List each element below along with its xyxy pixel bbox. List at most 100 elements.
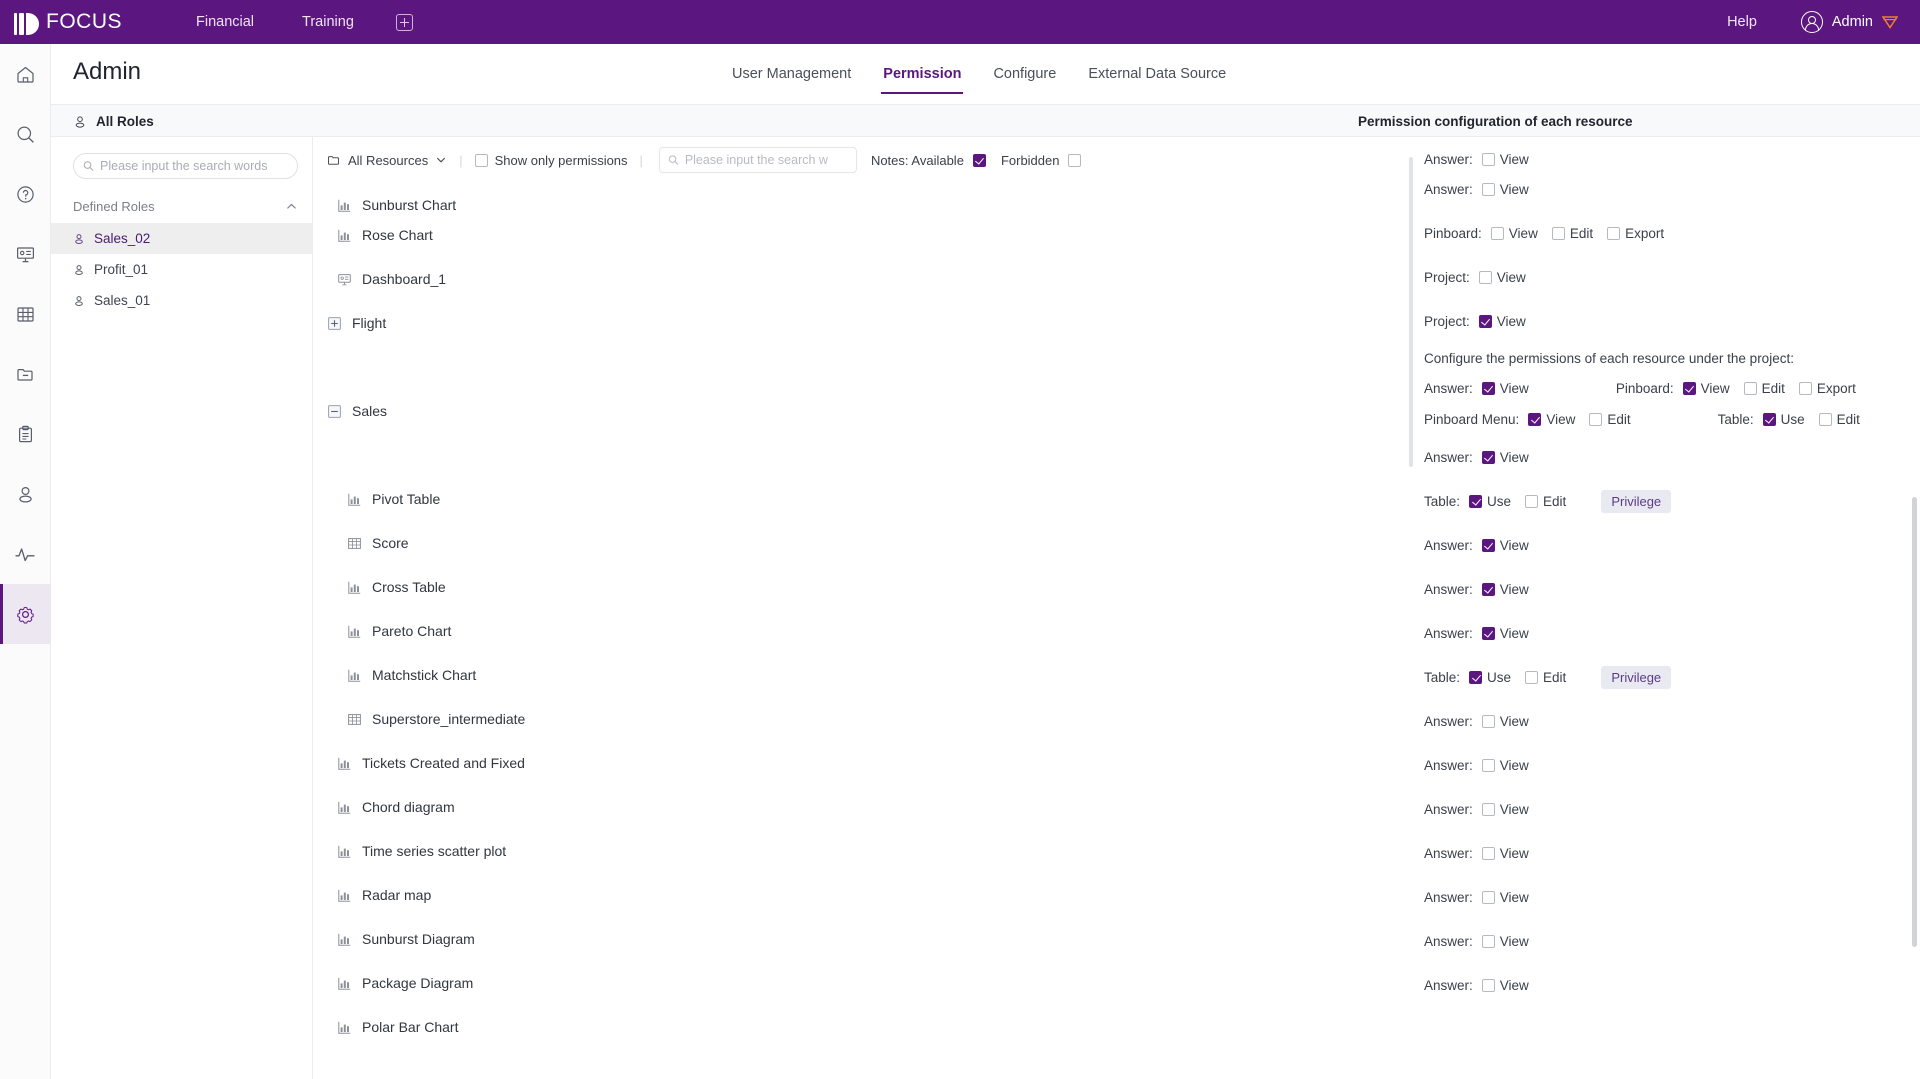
plus-square-icon[interactable] — [395, 13, 413, 31]
checkbox-use[interactable] — [1469, 670, 1483, 684]
tree-item-row[interactable]: Rose Chart — [327, 213, 1424, 257]
tree-item-row[interactable]: Pareto Chart — [327, 609, 1424, 653]
privilege-button[interactable]: Privilege — [1601, 665, 1672, 689]
permission-checkbox-group[interactable]: View — [1481, 381, 1529, 396]
checkbox-export[interactable] — [1607, 226, 1621, 240]
checkbox-view[interactable] — [1481, 978, 1495, 992]
defined-roles-group-toggle[interactable]: Defined Roles — [73, 199, 298, 214]
tab-configure[interactable]: Configure — [977, 44, 1072, 104]
tree-item-row[interactable]: Sunburst Diagram — [327, 917, 1424, 961]
checkbox-view[interactable] — [1481, 626, 1495, 640]
permission-checkbox-group[interactable]: View — [1481, 182, 1529, 197]
top-nav-item-training[interactable]: Training — [278, 0, 378, 44]
permission-checkbox-group[interactable]: Edit — [1551, 226, 1593, 241]
permission-checkbox-group[interactable]: Export — [1607, 226, 1664, 241]
help-link[interactable]: Help — [1727, 14, 1757, 30]
permission-checkbox-group[interactable]: View — [1682, 381, 1730, 396]
tree-item-row[interactable]: Polar Bar Chart — [327, 1005, 1424, 1049]
permission-checkbox-group[interactable]: View — [1481, 538, 1529, 553]
role-item-profit-01[interactable]: Profit_01 — [51, 254, 312, 285]
tab-user-management[interactable]: User Management — [716, 44, 867, 104]
permission-checkbox-group[interactable]: View — [1490, 226, 1538, 241]
tab-external-data-source[interactable]: External Data Source — [1072, 44, 1242, 104]
rail-item-help[interactable] — [0, 164, 51, 224]
tab-permission[interactable]: Permission — [867, 44, 977, 104]
roles-search[interactable] — [73, 153, 298, 179]
permission-checkbox-group[interactable]: Edit — [1525, 494, 1566, 509]
brand-logo-group[interactable]: FOCUS — [14, 9, 144, 35]
checkbox-view[interactable] — [1481, 934, 1495, 948]
tree-item-row[interactable]: Sunburst Chart — [327, 183, 1424, 213]
checkbox-view[interactable] — [1481, 890, 1495, 904]
checkbox-edit[interactable] — [1525, 670, 1539, 684]
checkbox-use[interactable] — [1469, 494, 1483, 508]
checkbox-view[interactable] — [1481, 450, 1495, 464]
checkbox-view[interactable] — [1481, 382, 1495, 395]
checkbox-view[interactable] — [1481, 758, 1495, 772]
permission-checkbox-group[interactable]: View — [1481, 626, 1529, 641]
tree-item-row[interactable]: Package Diagram — [327, 961, 1424, 1005]
checkbox-view[interactable] — [1481, 846, 1495, 860]
tree-item-row[interactable]: Radar map — [327, 873, 1424, 917]
checkbox-view[interactable] — [1481, 714, 1495, 728]
show-only-permissions-checkbox[interactable] — [474, 153, 488, 167]
rail-item-search[interactable] — [0, 104, 51, 164]
user-menu[interactable]: Admin — [1800, 11, 1898, 33]
rail-item-clipboard[interactable] — [0, 404, 51, 464]
permission-checkbox-group[interactable]: View — [1481, 978, 1529, 993]
tree-folder-row[interactable]: Flight — [327, 301, 1424, 345]
top-nav-item-financial[interactable]: Financial — [172, 0, 278, 44]
permission-checkbox-group[interactable]: View — [1528, 412, 1575, 427]
permission-checkbox-group[interactable]: Use — [1762, 412, 1805, 427]
checkbox-view[interactable] — [1481, 538, 1495, 552]
checkbox-export[interactable] — [1798, 382, 1812, 395]
privilege-button[interactable]: Privilege — [1601, 489, 1672, 513]
tree-item-row[interactable]: Tickets Created and Fixed — [327, 741, 1424, 785]
tree-item-row[interactable]: Dashboard_1 — [327, 257, 1424, 301]
role-item-sales-02[interactable]: Sales_02 — [51, 223, 312, 254]
checkbox-view[interactable] — [1490, 226, 1504, 240]
rail-item-table[interactable] — [0, 284, 51, 344]
permission-checkbox-group[interactable]: Use — [1469, 670, 1511, 685]
forbidden-checkbox[interactable] — [1068, 153, 1082, 167]
permission-checkbox-group[interactable]: View — [1481, 846, 1529, 861]
checkbox-edit[interactable] — [1818, 413, 1832, 426]
show-only-permissions-toggle[interactable]: Show only permissions — [474, 153, 628, 168]
resources-scrollbar[interactable] — [1409, 157, 1413, 467]
checkbox-edit[interactable] — [1589, 413, 1603, 426]
rail-item-home[interactable] — [0, 44, 51, 104]
tree-item-row[interactable]: Superstore_intermediate — [327, 697, 1424, 741]
checkbox-view[interactable] — [1481, 582, 1495, 596]
permission-checkbox-group[interactable]: View — [1481, 890, 1529, 905]
permission-checkbox-group[interactable]: View — [1478, 314, 1526, 329]
permission-checkbox-group[interactable]: Edit — [1589, 412, 1631, 427]
rail-item-activity[interactable] — [0, 524, 51, 584]
checkbox-edit[interactable] — [1551, 226, 1565, 240]
permission-checkbox-group[interactable]: View — [1481, 152, 1529, 167]
notes-available-checkbox[interactable] — [972, 153, 986, 167]
checkbox-edit[interactable] — [1525, 494, 1539, 508]
tree-item-row[interactable]: Pivot Table — [327, 477, 1424, 521]
permission-checkbox-group[interactable]: View — [1481, 758, 1529, 773]
checkbox-use[interactable] — [1762, 413, 1776, 426]
checkbox-view[interactable] — [1682, 382, 1696, 395]
rail-item-folder[interactable] — [0, 344, 51, 404]
role-item-sales-01[interactable]: Sales_01 — [51, 285, 312, 316]
checkbox-view[interactable] — [1481, 182, 1495, 196]
permission-checkbox-group[interactable]: Export — [1798, 381, 1856, 396]
tree-item-row[interactable]: Matchstick Chart — [327, 653, 1424, 697]
permission-checkbox-group[interactable]: Edit — [1818, 412, 1860, 427]
tree-folder-row[interactable]: Sales — [327, 389, 1424, 433]
permission-checkbox-group[interactable]: Use — [1469, 494, 1511, 509]
all-resources-dropdown[interactable]: All Resources — [327, 153, 447, 168]
checkbox-view[interactable] — [1478, 270, 1492, 284]
tree-item-row[interactable]: Time series scatter plot — [327, 829, 1424, 873]
permission-checkbox-group[interactable]: View — [1481, 714, 1529, 729]
permission-checkbox-group[interactable]: Edit — [1743, 381, 1785, 396]
tree-item-row[interactable]: Score — [327, 521, 1424, 565]
resources-search[interactable] — [658, 147, 857, 173]
permission-checkbox-group[interactable]: View — [1478, 270, 1526, 285]
roles-search-input[interactable] — [100, 159, 288, 173]
checkbox-view[interactable] — [1478, 314, 1492, 328]
permission-checkbox-group[interactable]: View — [1481, 450, 1529, 465]
